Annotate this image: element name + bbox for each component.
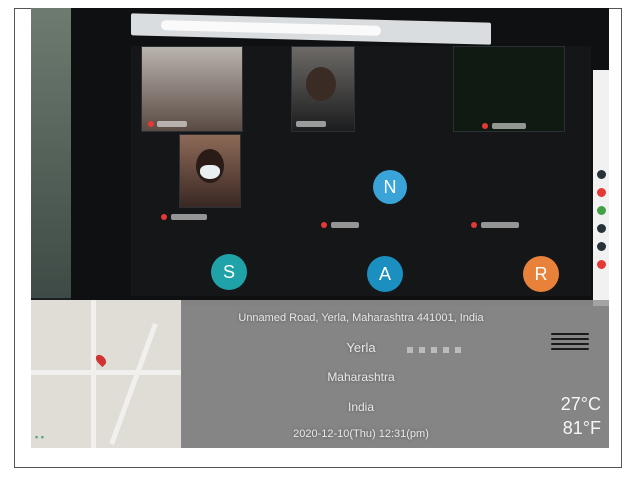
participants-panel: [593, 70, 609, 306]
participant-name: [171, 214, 207, 220]
participant-face: [306, 67, 336, 101]
datetime: 2020-12-10(Thu) 12:31(pm): [293, 428, 429, 440]
map-pin-icon: [93, 352, 109, 368]
temperature-fahrenheit: 81°F: [562, 418, 601, 438]
mic-muted-icon: [482, 123, 488, 129]
map-road: [31, 370, 181, 375]
participant-tile-4: [179, 134, 241, 208]
participant-tile-2: [291, 46, 355, 132]
state: Maharashtra: [327, 370, 395, 384]
participant-list-icon: [597, 188, 606, 197]
temperature-celsius: 27°C: [560, 394, 601, 414]
avatar-letter: N: [383, 176, 397, 197]
participant-list-icon: [597, 206, 606, 215]
map-road: [109, 323, 158, 445]
monitor-screen: N S A R: [71, 8, 609, 306]
participant-list-icon: [597, 224, 606, 233]
participant-name: [492, 123, 526, 129]
map-logo-icon: ▪ ▪: [35, 432, 44, 442]
face-mask: [200, 165, 220, 179]
participant-tile-3: [453, 46, 565, 132]
map-road: [91, 300, 96, 448]
fog-icon: [551, 330, 589, 354]
participant-tile-1: [141, 46, 243, 132]
country: India: [347, 400, 375, 414]
participant-name: [157, 121, 187, 127]
video-call-grid: N S A R: [131, 46, 591, 296]
photo: N S A R ▪ ▪ Unnamed Road, Yerla, Maharas…: [31, 8, 609, 448]
avatar-letter: S: [222, 261, 235, 282]
mic-muted-icon: [321, 222, 327, 228]
participant-name: [296, 121, 326, 127]
location-map: ▪ ▪: [31, 300, 181, 448]
background-wall: [31, 8, 71, 298]
participant-name: [331, 222, 359, 228]
avatar-letter: R: [534, 263, 548, 284]
participant-list-icon: [597, 260, 606, 269]
geotag-info: Unnamed Road, Yerla, Maharashtra 441001,…: [181, 300, 541, 448]
geotag-overlay: ▪ ▪ Unnamed Road, Yerla, Maharashtra 441…: [31, 300, 609, 448]
address-line: Unnamed Road, Yerla, Maharashtra 441001,…: [238, 312, 484, 324]
participant-name: [481, 222, 519, 228]
participant-list-icon: [597, 170, 606, 179]
locality: Yerla: [346, 340, 376, 355]
participant-avatar-n: N: [373, 170, 407, 204]
participant-list-icon: [597, 242, 606, 251]
avatar-letter: A: [378, 263, 391, 284]
participant-avatar-s: S: [211, 254, 247, 290]
mic-muted-icon: [148, 121, 154, 127]
mic-muted-icon: [471, 222, 477, 228]
participant-avatar-a: A: [367, 256, 403, 292]
participant-avatar-r: R: [523, 256, 559, 292]
mic-muted-icon: [161, 214, 167, 220]
